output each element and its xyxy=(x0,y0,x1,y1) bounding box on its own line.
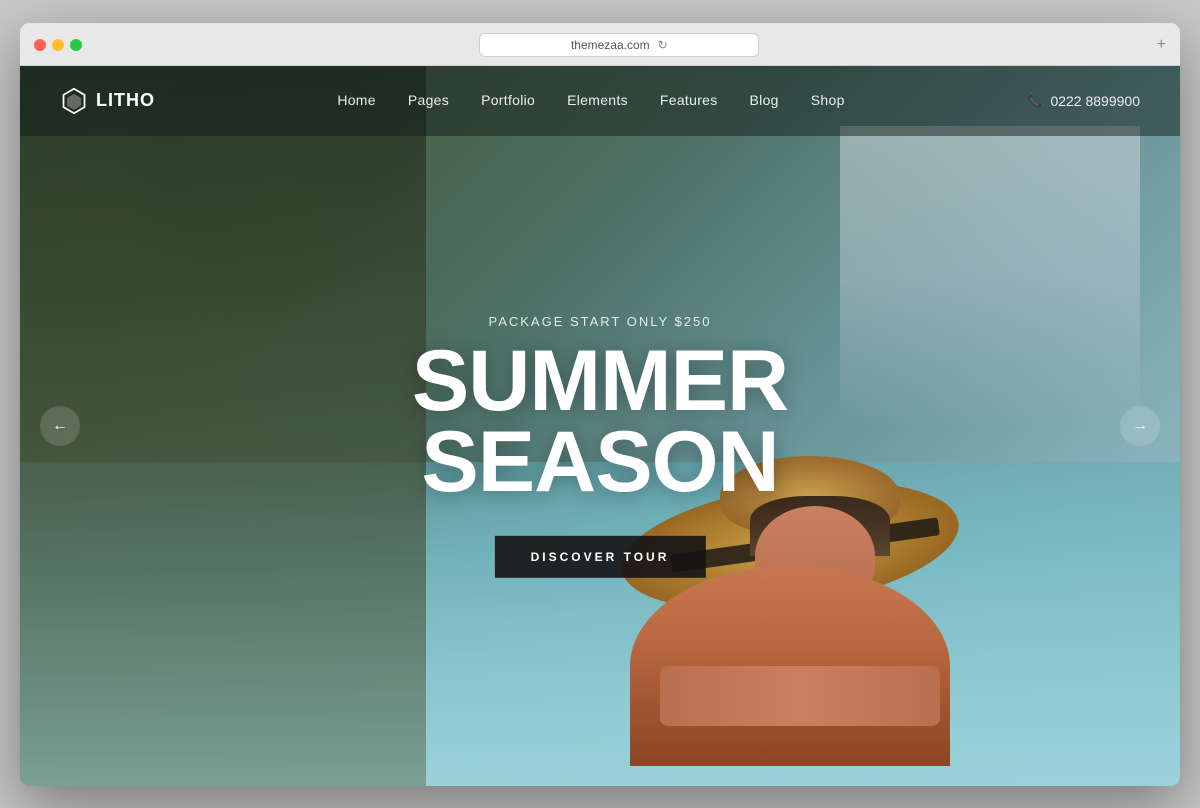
nav-item-shop[interactable]: Shop xyxy=(811,92,845,110)
dot-fullscreen[interactable] xyxy=(70,39,82,51)
person-arms xyxy=(660,666,940,726)
nav-item-pages[interactable]: Pages xyxy=(408,92,449,110)
hero-title: SUMMER SEASON xyxy=(412,340,788,503)
hero-section: LITHO Home Pages Portfolio Elements Feat… xyxy=(20,66,1180,786)
nav-item-features[interactable]: Features xyxy=(660,92,718,110)
logo-text: LITHO xyxy=(96,90,155,111)
browser-chrome: themezaa.com ↻ + xyxy=(20,23,1180,66)
phone-icon: 📞 xyxy=(1027,92,1044,109)
nav-links: Home Pages Portfolio Elements Features B… xyxy=(337,92,844,110)
address-bar: themezaa.com ↻ xyxy=(94,33,1145,57)
hero-subtitle: PACKAGE START ONLY $250 xyxy=(412,313,788,328)
nav-item-elements[interactable]: Elements xyxy=(567,92,628,110)
nav-phone: 📞 0222 8899900 xyxy=(1027,92,1140,109)
url-text: themezaa.com xyxy=(571,38,650,52)
hero-title-line2: SEASON xyxy=(421,414,778,510)
navbar: LITHO Home Pages Portfolio Elements Feat… xyxy=(20,66,1180,136)
logo[interactable]: LITHO xyxy=(60,87,155,115)
logo-icon xyxy=(60,87,88,115)
slider-next-button[interactable]: → xyxy=(1120,406,1160,446)
hero-cta-button[interactable]: DISCOVER TOUR xyxy=(495,536,706,578)
nav-item-blog[interactable]: Blog xyxy=(750,92,779,110)
browser-window: themezaa.com ↻ + xyxy=(20,23,1180,786)
bg-architecture xyxy=(840,126,1140,426)
phone-number: 0222 8899900 xyxy=(1050,93,1140,109)
browser-dots xyxy=(34,39,82,51)
slider-prev-button[interactable]: ← xyxy=(40,406,80,446)
refresh-icon[interactable]: ↻ xyxy=(658,38,668,52)
dot-close[interactable] xyxy=(34,39,46,51)
url-input[interactable]: themezaa.com ↻ xyxy=(479,33,759,57)
hero-railing xyxy=(20,66,426,786)
nav-item-home[interactable]: Home xyxy=(337,92,376,110)
nav-item-portfolio[interactable]: Portfolio xyxy=(481,92,535,110)
new-tab-button[interactable]: + xyxy=(1157,36,1166,54)
dot-minimize[interactable] xyxy=(52,39,64,51)
hero-content: PACKAGE START ONLY $250 SUMMER SEASON DI… xyxy=(412,313,788,577)
